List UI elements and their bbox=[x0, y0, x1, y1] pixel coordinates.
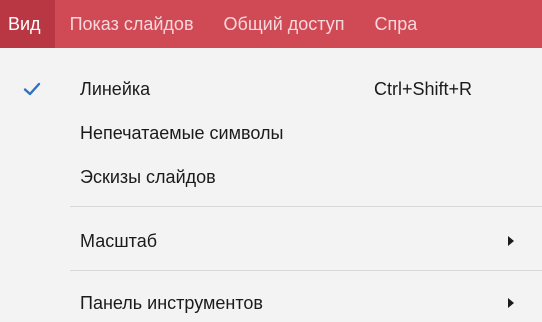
menu-item-label: Эскизы слайдов bbox=[80, 166, 216, 187]
menu-item-label: Линейка bbox=[80, 78, 151, 99]
menu-separator bbox=[70, 270, 542, 271]
menu-item-shortcut: Ctrl+Shift+R bbox=[374, 78, 473, 99]
menu-item-label: Панель инструментов bbox=[80, 292, 263, 313]
menu-item-ruler[interactable]: Линейка Ctrl+Shift+R bbox=[0, 68, 542, 110]
menu-item-nonprinting-chars[interactable]: Непечатаемые символы bbox=[0, 112, 542, 154]
submenu-arrow-icon bbox=[508, 298, 514, 308]
menu-share[interactable]: Общий доступ bbox=[209, 0, 360, 48]
submenu-arrow-icon bbox=[508, 236, 514, 246]
menu-item-label: Непечатаемые символы bbox=[80, 122, 284, 143]
view-dropdown-menu: Линейка Ctrl+Shift+R Непечатаемые символ… bbox=[0, 48, 542, 322]
menu-item-toolbar[interactable]: Панель инструментов bbox=[0, 282, 542, 322]
menu-help[interactable]: Спра bbox=[359, 0, 432, 48]
menu-bar: Вид Показ слайдов Общий доступ Спра bbox=[0, 0, 542, 48]
menu-item-zoom[interactable]: Масштаб bbox=[0, 220, 542, 262]
menu-separator bbox=[70, 206, 542, 207]
menu-item-label: Масштаб bbox=[80, 230, 158, 251]
menu-view[interactable]: Вид bbox=[0, 0, 55, 48]
menu-slideshow[interactable]: Показ слайдов bbox=[55, 0, 209, 48]
menu-item-slide-thumbnails[interactable]: Эскизы слайдов bbox=[0, 156, 542, 198]
checkmark-icon bbox=[23, 82, 41, 96]
